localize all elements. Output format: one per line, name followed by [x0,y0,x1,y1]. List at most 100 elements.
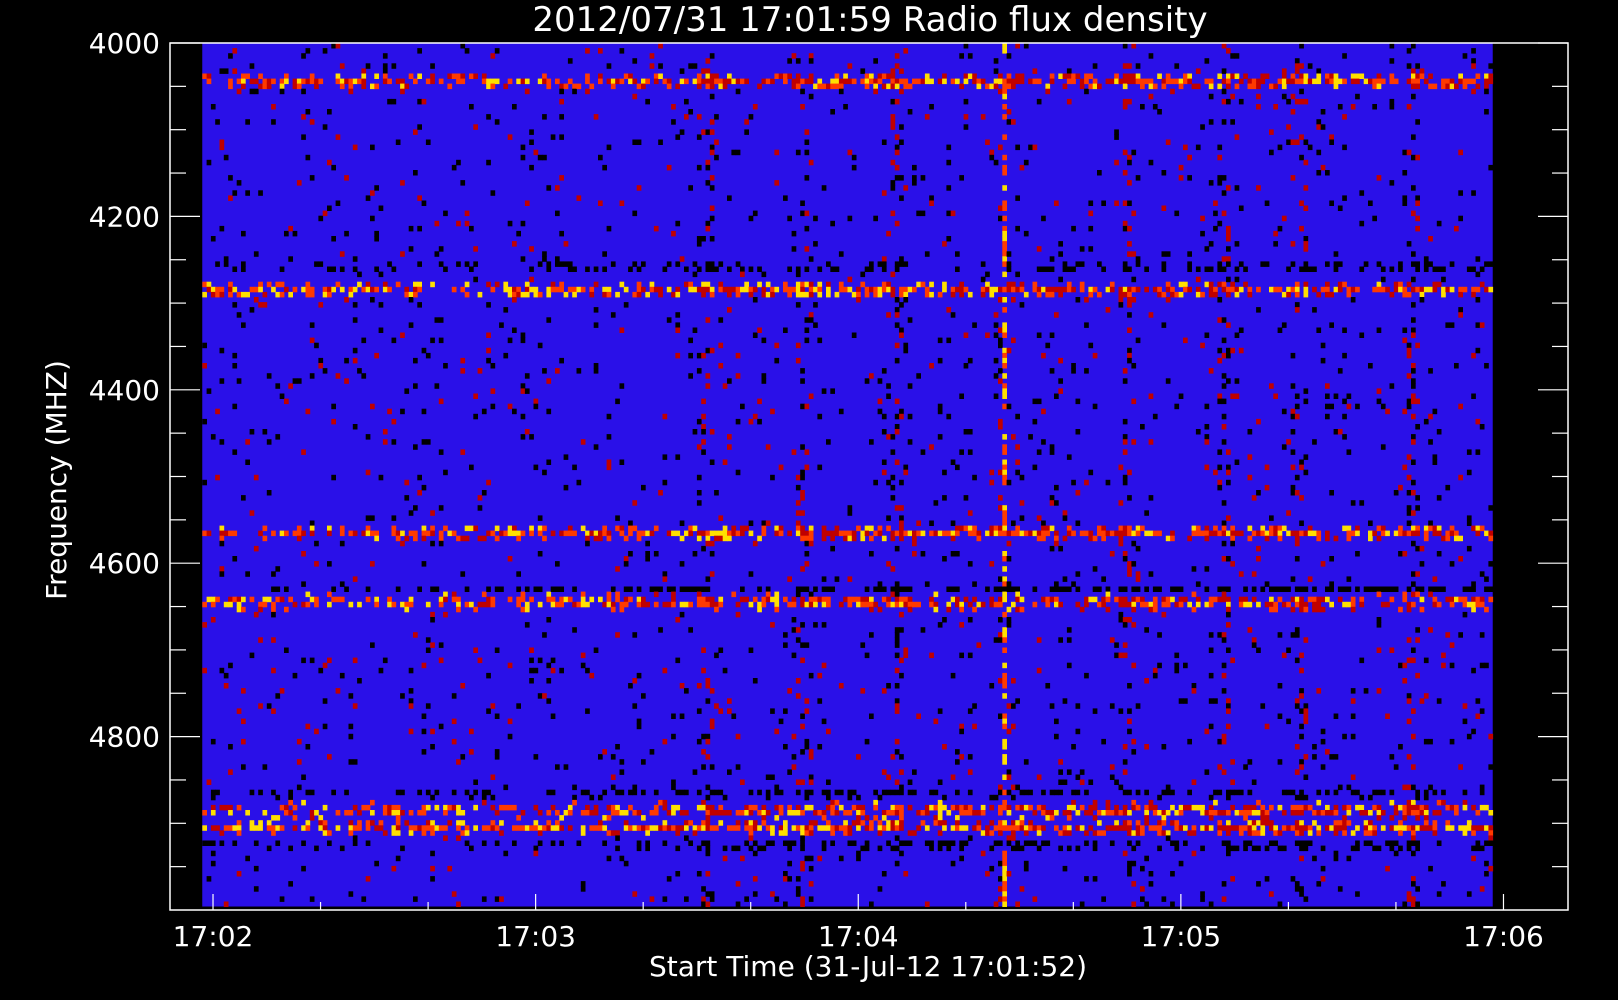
heatmap-cell [1406,718,1412,725]
heatmap-cell [709,530,715,537]
heatmap-cell [998,215,1003,222]
heatmap-cell [1161,291,1167,298]
heatmap-cell [877,378,883,384]
heatmap-cell [1243,596,1248,603]
heatmap-cell [645,98,650,105]
heatmap-cell [219,347,225,354]
heatmap-cell [899,754,904,760]
heatmap-cell [886,774,891,780]
heatmap-cell [1191,779,1197,785]
heatmap-cell [615,810,620,816]
heatmap-cell [241,73,246,79]
heatmap-cell [774,357,780,364]
heatmap-cell [1303,241,1309,247]
heatmap-cell [1006,586,1012,592]
heatmap-cell [408,510,414,516]
heatmap-cell [1406,398,1412,405]
heatmap-cell [1131,596,1137,603]
heatmap-cell [1028,144,1033,151]
heatmap-cell [834,266,840,272]
heatmap-cell [241,495,246,501]
heatmap-cell [421,810,427,816]
heatmap-cell [761,337,767,344]
heatmap-cell [757,281,762,288]
heatmap-cell [1002,104,1007,110]
heatmap-cell [1114,200,1119,206]
heatmap-cell [1217,220,1223,227]
heatmap-cell [705,850,711,857]
heatmap-cell [1411,413,1416,420]
heatmap-cell [843,104,848,110]
heatmap-cell [1114,652,1119,659]
heatmap-cell [477,535,483,542]
heatmap-cell [662,266,668,272]
heatmap-cell [537,657,543,664]
heatmap-cell [718,535,724,542]
heatmap-cell [1385,408,1390,415]
heatmap-cell [559,596,564,603]
heatmap-cell [1256,845,1261,852]
heatmap-cell [1109,764,1115,770]
heatmap-cell [619,525,625,532]
heatmap-cell [1294,530,1300,537]
heatmap-cell [718,342,724,349]
heatmap-cell [899,815,904,821]
heatmap-cell [1389,58,1395,64]
heatmap-cell [881,769,887,775]
heatmap-cell [959,291,964,298]
heatmap-cell [662,78,668,85]
heatmap-cell [705,535,711,542]
heatmap-cell [1256,286,1261,293]
heatmap-cell [322,830,328,836]
heatmap-cell [1127,871,1132,877]
heatmap-cell [580,652,586,659]
heatmap-cell [778,830,784,836]
heatmap-cell [1415,794,1420,801]
heatmap-cell [1303,840,1309,846]
heatmap-cell [516,535,521,542]
heatmap-cell [1432,789,1438,796]
heatmap-cell [632,891,638,897]
heatmap-cell [395,535,401,542]
heatmap-cell [301,134,306,140]
heatmap-cell [1411,591,1416,598]
heatmap-cell [1140,825,1145,831]
heatmap-cell [1144,627,1149,633]
heatmap-cell [1036,332,1042,338]
heatmap-cell [705,901,711,907]
heatmap-cell [701,286,706,293]
heatmap-cell [309,322,315,328]
heatmap-cell [580,886,586,892]
heatmap-cell [735,286,741,293]
heatmap-cell [580,789,586,796]
heatmap-cell [1428,784,1433,791]
heatmap-cell [610,804,616,811]
heatmap-cell [1411,784,1416,791]
heatmap-cell [899,139,904,145]
heatmap-cell [714,789,719,796]
heatmap-cell [886,820,891,826]
heatmap-cell [232,556,238,562]
heatmap-cell [232,530,238,537]
heatmap-cell [688,601,693,608]
heatmap-cell [1023,789,1029,796]
heatmap-cell [933,601,939,608]
heatmap-cell [1273,241,1278,247]
heatmap-cell [1152,810,1158,816]
heatmap-cell [305,78,311,85]
heatmap-cell [1152,413,1158,420]
heatmap-cell [202,479,207,486]
heatmap-cell [1144,601,1149,608]
heatmap-cell [1337,596,1343,603]
heatmap-cell [348,88,354,95]
heatmap-cell [1411,835,1416,841]
heatmap-cell [998,840,1003,846]
heatmap-cell [727,434,732,440]
heatmap-cell [1226,48,1231,54]
heatmap-cell [408,297,414,303]
heatmap-cell [1406,490,1412,496]
heatmap-cell [275,815,281,821]
heatmap-cell [1277,535,1283,542]
heatmap-cell [1019,820,1025,826]
heatmap-cell [701,68,706,74]
